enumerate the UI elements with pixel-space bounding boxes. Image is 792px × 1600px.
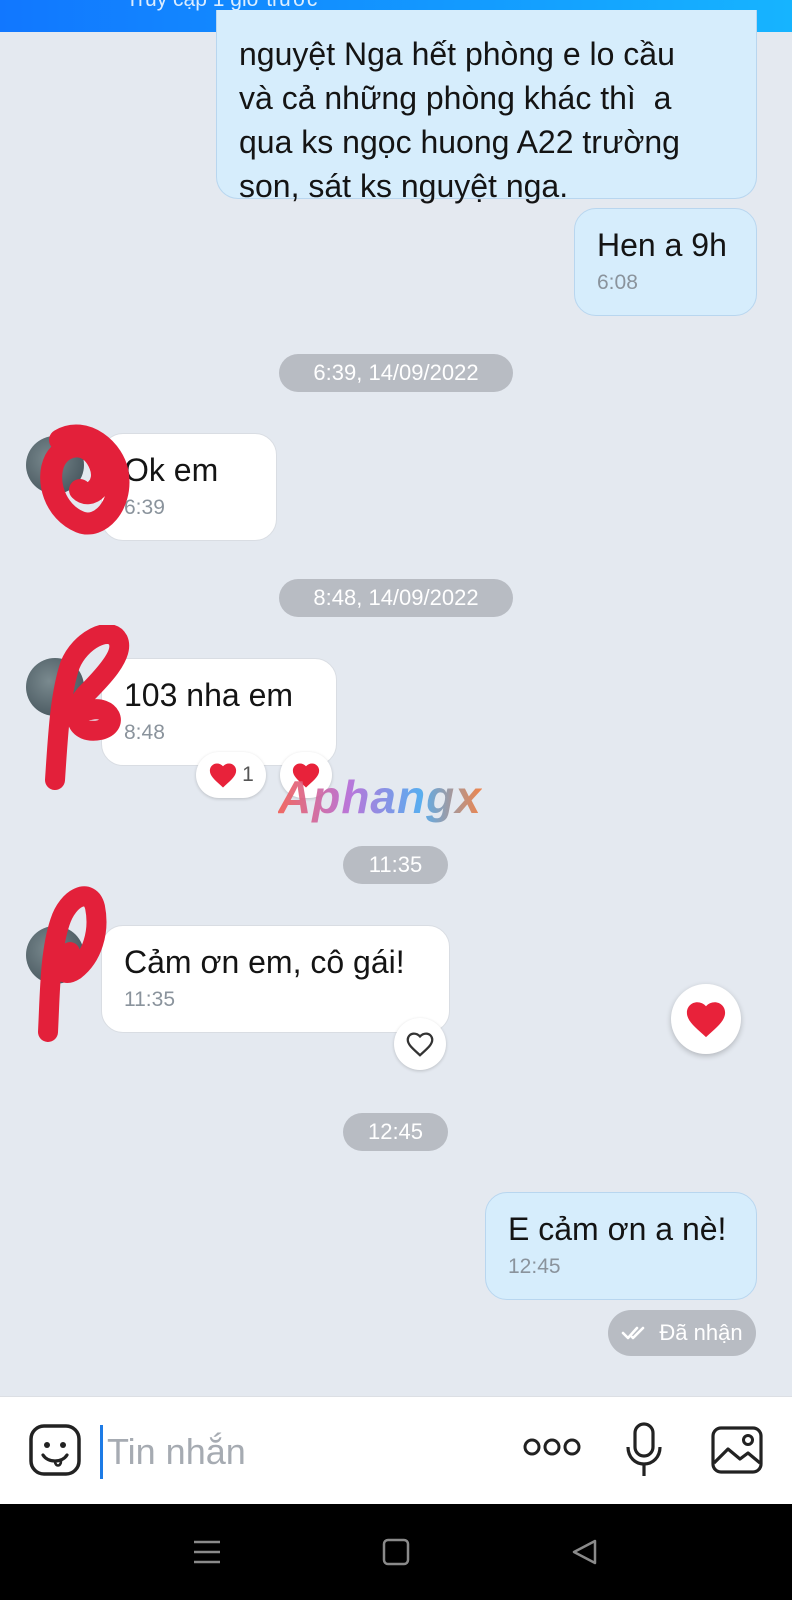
- avatar[interactable]: [26, 926, 84, 984]
- avatar[interactable]: [26, 658, 84, 716]
- back-icon[interactable]: [570, 1538, 598, 1566]
- message-time: 6:08: [597, 271, 638, 294]
- delivery-status-label: Đã nhận: [659, 1320, 743, 1345]
- message-time: 6:39: [124, 496, 165, 519]
- time-separator: 12:45: [343, 1113, 448, 1151]
- home-icon[interactable]: [382, 1538, 410, 1566]
- message-text: E cảm ơn a nè!: [508, 1211, 727, 1247]
- message-text: nguyệt Nga hết phòng e lo cầu và cả nhữn…: [239, 36, 680, 204]
- reaction-count: 1: [242, 763, 254, 786]
- message-bubble-incoming[interactable]: 103 nha em 8:48: [101, 658, 337, 766]
- system-navigation-bar: [0, 1504, 792, 1600]
- reaction-summary[interactable]: 1: [196, 752, 266, 798]
- message-text: Ok em: [124, 452, 219, 488]
- heart-outline-icon: [406, 1032, 434, 1057]
- time-separator: 11:35: [343, 846, 448, 884]
- more-icon[interactable]: [522, 1435, 582, 1459]
- date-separator: 8:48, 14/09/2022: [279, 579, 513, 617]
- message-text: Hen a 9h: [597, 227, 727, 263]
- message-time: 11:35: [124, 988, 175, 1011]
- date-separator: 6:39, 14/09/2022: [279, 354, 513, 392]
- message-composer: [0, 1396, 792, 1504]
- message-bubble-incoming[interactable]: Cảm ơn em, cô gái! 11:35: [101, 925, 450, 1033]
- menu-icon[interactable]: [192, 1538, 222, 1566]
- sticker-icon[interactable]: [28, 1423, 82, 1477]
- message-time: 12:45: [508, 1255, 561, 1278]
- avatar[interactable]: [26, 436, 84, 494]
- heart-icon: [686, 1002, 726, 1038]
- message-bubble-outgoing[interactable]: nguyệt Nga hết phòng e lo cầu và cả nhữn…: [216, 10, 757, 204]
- message-input-wrapper: [100, 1425, 407, 1479]
- text-caret: [100, 1425, 103, 1479]
- delivery-status: Đã nhận: [608, 1310, 756, 1356]
- message-time: 8:48: [124, 721, 165, 744]
- message-input[interactable]: [107, 1431, 407, 1473]
- microphone-icon[interactable]: [624, 1421, 664, 1479]
- message-bubble-outgoing[interactable]: E cảm ơn a nè! 12:45: [485, 1192, 757, 1300]
- message-bubble-outgoing[interactable]: Hen a 9h 6:08: [574, 208, 757, 316]
- message-text: Cảm ơn em, cô gái!: [124, 944, 405, 980]
- image-icon[interactable]: [710, 1425, 764, 1475]
- message-text: 103 nha em: [124, 677, 294, 713]
- message-bubble-incoming[interactable]: Ok em 6:39: [101, 433, 277, 541]
- watermark-logo: Aphangx: [278, 771, 482, 823]
- heart-icon: [210, 763, 237, 788]
- quick-heart-button[interactable]: [671, 984, 741, 1054]
- double-check-icon: [622, 1326, 645, 1340]
- add-reaction-button[interactable]: [394, 1018, 446, 1070]
